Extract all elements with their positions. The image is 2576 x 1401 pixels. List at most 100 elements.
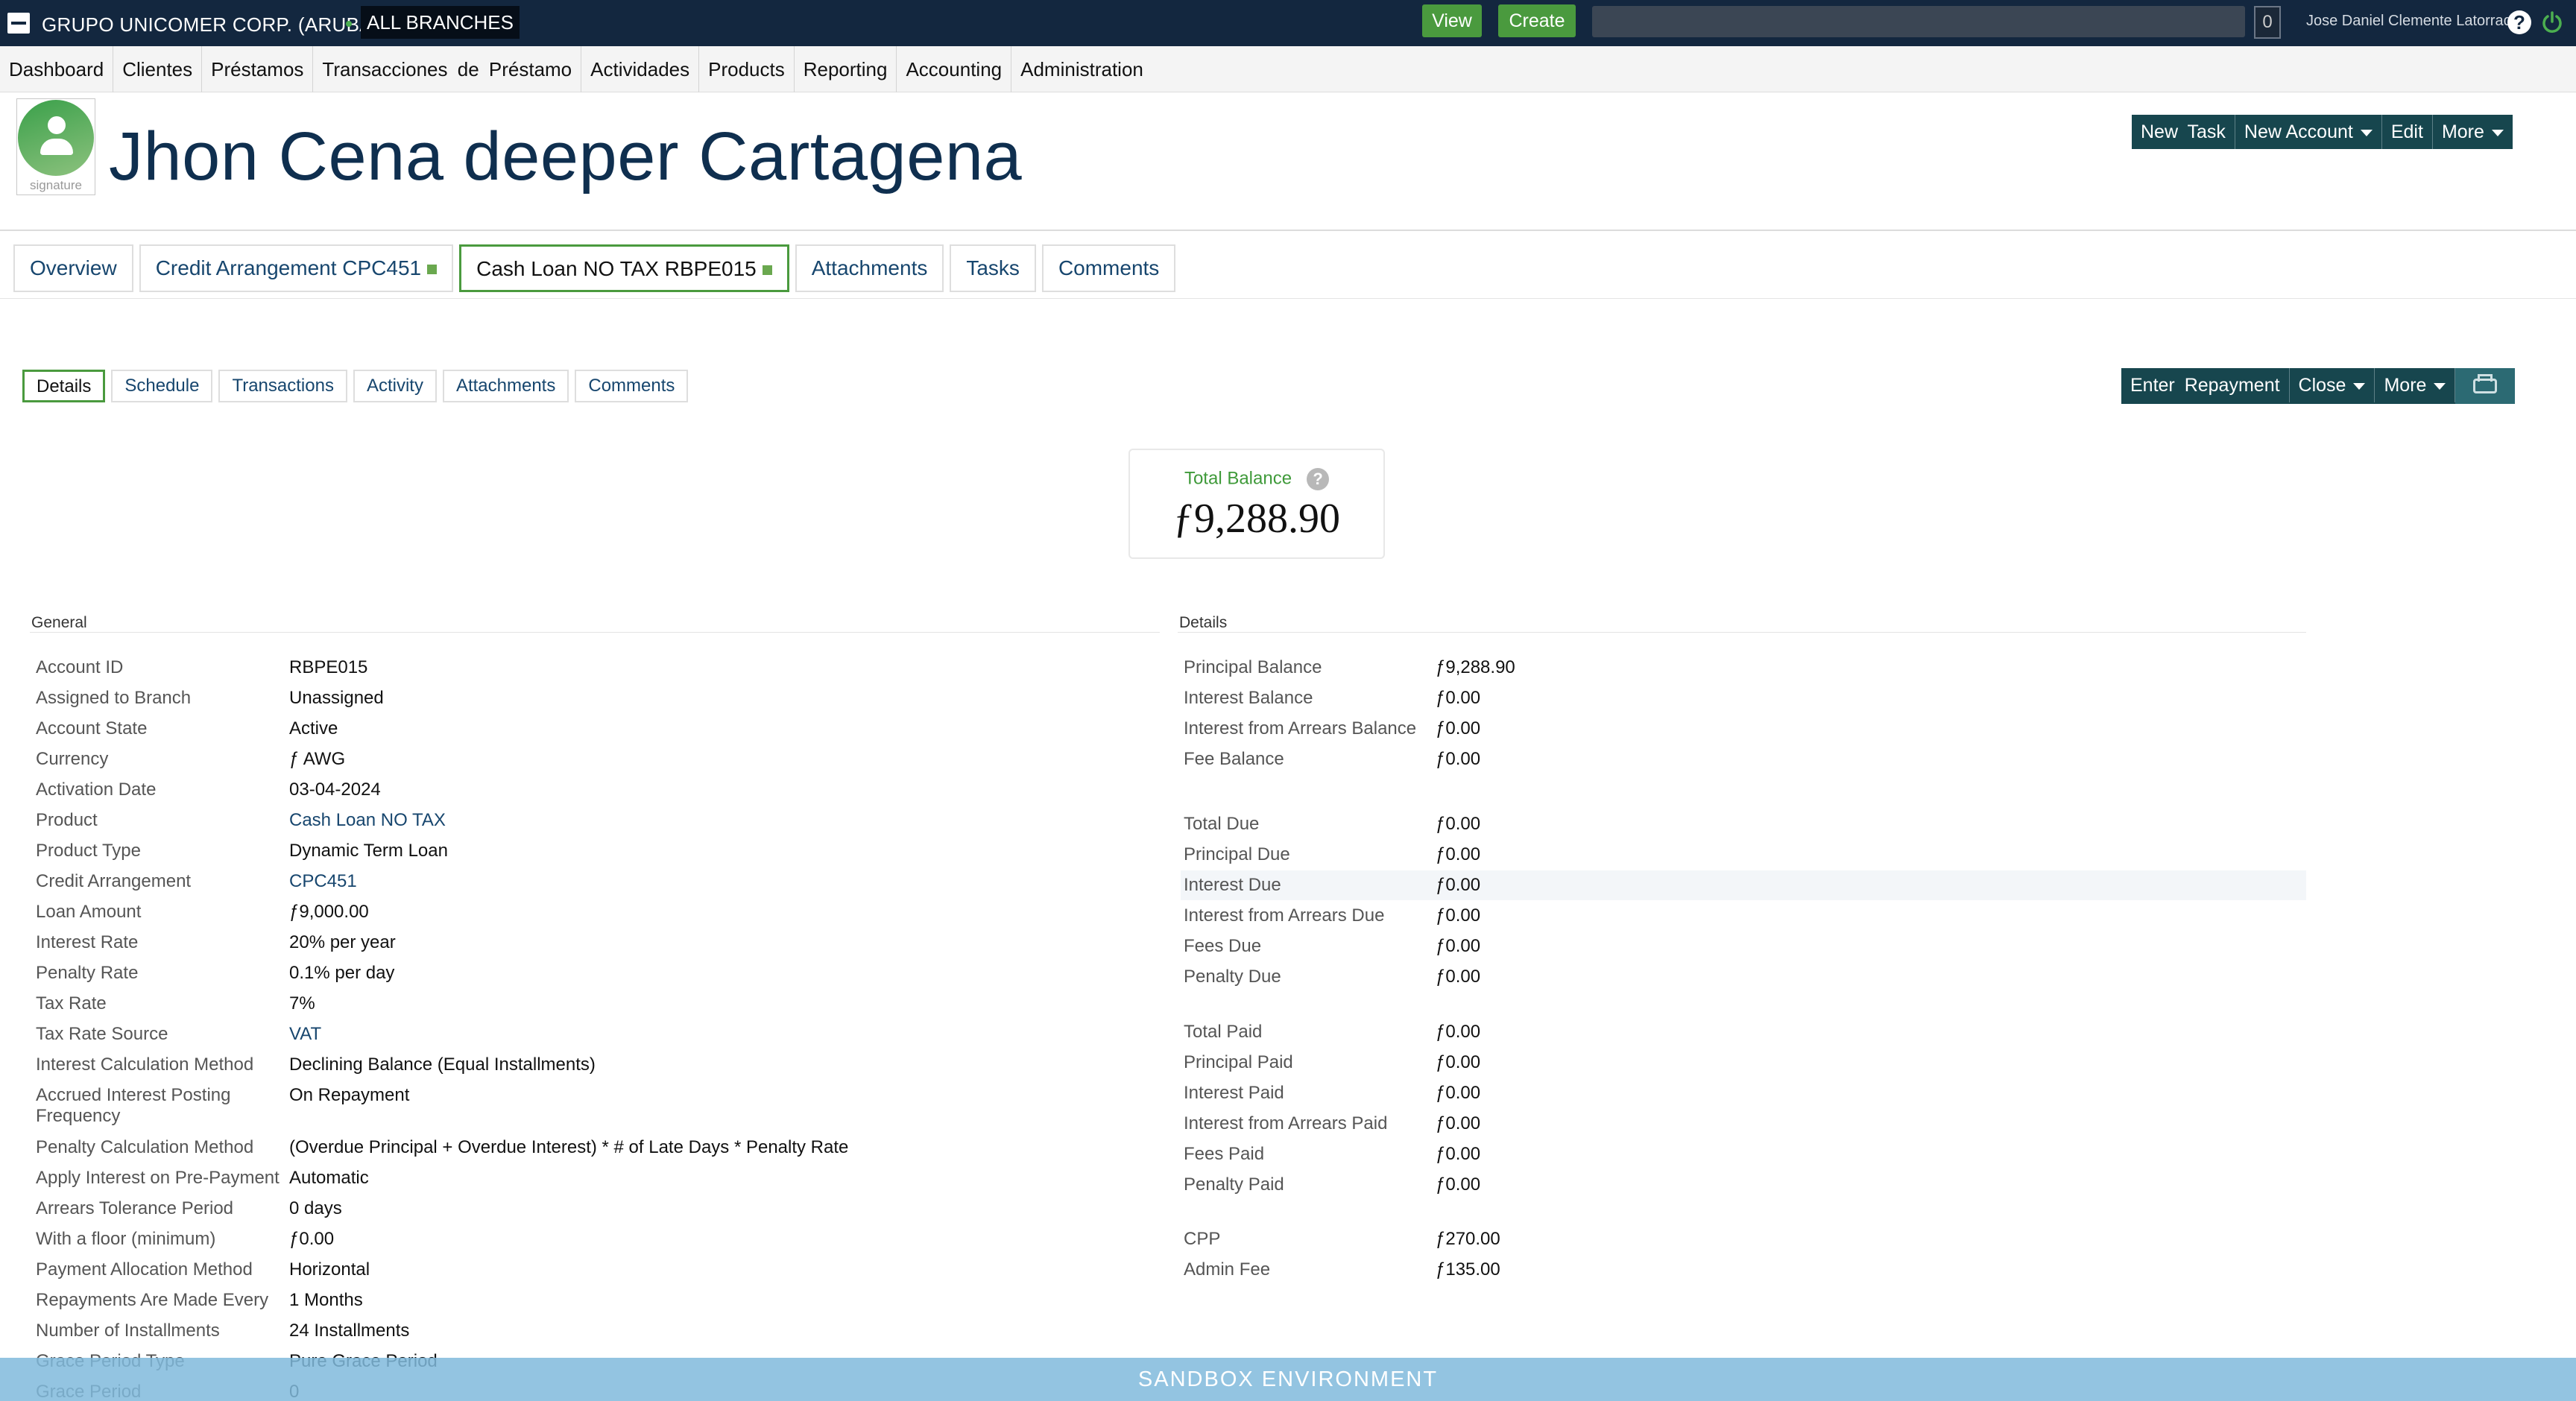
tab-comments[interactable]: Comments xyxy=(1041,244,1176,292)
tab-tasks[interactable]: Tasks xyxy=(950,244,1036,292)
general-row: Penalty Calculation Method (Overdue Princ… xyxy=(36,1137,1154,1160)
field-value: ƒ0.00 xyxy=(1436,814,1481,834)
field-label: Number of Installments xyxy=(36,1321,220,1341)
create-button[interactable]: Create xyxy=(1498,4,1576,37)
general-section-title: General xyxy=(31,614,87,631)
details-row: Principal Due ƒ0.00 xyxy=(1181,844,2306,867)
power-icon[interactable] xyxy=(2540,10,2564,34)
general-row: Credit Arrangement CPC451 xyxy=(36,871,1154,894)
loan-actions: Enter Repayment Close More xyxy=(2121,368,2516,404)
field-value: ƒ0.00 xyxy=(1436,967,1481,987)
field-value: ƒ9,288.90 xyxy=(1436,657,1515,677)
field-value: Horizontal xyxy=(289,1259,370,1280)
subtab-comments[interactable]: Comments xyxy=(575,370,689,402)
nav-item-clientes[interactable]: Clientes xyxy=(113,46,203,92)
field-value: Automatic xyxy=(289,1168,369,1188)
general-row: Apply Interest on Pre-Payment Automatic xyxy=(36,1168,1154,1190)
general-row: Arrears Tolerance Period 0 days xyxy=(36,1198,1154,1221)
field-value: (Overdue Principal + Overdue Interest) *… xyxy=(289,1137,849,1157)
subtab-details[interactable]: Details xyxy=(22,370,106,402)
field-value-link[interactable]: CPC451 xyxy=(289,871,357,892)
new-task-button[interactable]: New Task xyxy=(2132,115,2235,149)
details-row: Interest from Arrears Balance ƒ0.00 xyxy=(1181,718,2306,741)
general-row: Interest Rate 20% per year xyxy=(36,932,1154,955)
subtab-schedule[interactable]: Schedule xyxy=(111,370,213,402)
details-row: Fees Due ƒ0.00 xyxy=(1181,936,2306,958)
loan-more-button[interactable]: More xyxy=(2375,368,2456,402)
details-row: Principal Balance ƒ9,288.90 xyxy=(1181,657,2306,680)
field-value-link[interactable]: VAT xyxy=(289,1024,321,1045)
general-row: Product Cash Loan NO TAX xyxy=(36,810,1154,832)
caret-down-icon xyxy=(2491,129,2504,136)
person-icon xyxy=(18,100,94,176)
field-value: ƒ0.00 xyxy=(1436,1052,1481,1072)
question-icon[interactable]: ? xyxy=(1307,468,1330,490)
enter-repayment-button[interactable]: Enter Repayment xyxy=(2121,368,2290,402)
field-label: Total Paid xyxy=(1184,1022,1263,1042)
tab-attachments[interactable]: Attachments xyxy=(795,244,944,292)
branch-selector[interactable]: ALL BRANCHES xyxy=(361,6,520,39)
subtab-attachments[interactable]: Attachments xyxy=(442,370,569,402)
nav-item-dashboard[interactable]: Dashboard xyxy=(0,46,114,92)
general-row: Accrued Interest Posting Frequency On Repa… xyxy=(36,1085,1154,1127)
field-value: ƒ0.00 xyxy=(1436,1174,1481,1195)
view-button[interactable]: View xyxy=(1422,4,1482,37)
nav-item-prestamos[interactable]: Préstamos xyxy=(202,46,314,92)
total-balance-card: Total Balance? ƒ9,288.90 xyxy=(1128,449,1385,559)
loan-more-label: More xyxy=(2384,375,2427,396)
details-row: Interest Paid ƒ0.00 xyxy=(1181,1083,2306,1105)
field-label: Interest Rate xyxy=(36,932,139,952)
field-label: Product Type xyxy=(36,841,141,861)
organization-name[interactable]: GRUPO UNICOMER CORP. (ARUBA) xyxy=(42,13,379,37)
tab-label: Overview xyxy=(30,256,117,279)
more-button[interactable]: More xyxy=(2433,115,2513,149)
field-value: 03-04-2024 xyxy=(289,779,381,800)
field-label: Repayments Are Made Every xyxy=(36,1290,269,1310)
subtab-transactions[interactable]: Transactions xyxy=(218,370,347,402)
tab-credit-arrangement[interactable]: Credit Arrangement CPC451 xyxy=(139,244,454,292)
field-value: ƒ0.00 xyxy=(1436,905,1481,926)
avatar[interactable]: signature xyxy=(16,98,95,195)
printer-icon-body xyxy=(2473,379,2498,393)
nav-item-actividades[interactable]: Actividades xyxy=(581,46,700,92)
status-square-icon xyxy=(427,265,438,275)
nav-item-accounting[interactable]: Accounting xyxy=(897,46,1012,92)
nav-item-transacciones[interactable]: Transacciones de Préstamo xyxy=(313,46,582,92)
field-value: ƒ0.00 xyxy=(1436,1022,1481,1042)
field-value: 0.1% per day xyxy=(289,963,395,983)
field-value-link[interactable]: Cash Loan NO TAX xyxy=(289,810,446,831)
details-row: Penalty Due ƒ0.00 xyxy=(1181,967,2306,989)
field-label: Apply Interest on Pre-Payment xyxy=(36,1168,280,1188)
tab-label: Cash Loan NO TAX RBPE015 xyxy=(476,257,757,280)
field-label-line2: Frequency xyxy=(36,1106,121,1126)
search-input[interactable] xyxy=(1592,6,2245,37)
close-button[interactable]: Close xyxy=(2290,368,2375,402)
notification-count[interactable]: 0 xyxy=(2254,6,2281,39)
field-label: Interest Due xyxy=(1184,875,1281,895)
subtab-activity[interactable]: Activity xyxy=(353,370,437,402)
nav-item-reporting[interactable]: Reporting xyxy=(795,46,897,92)
field-value: ƒ0.00 xyxy=(1436,875,1481,895)
nav-item-administration[interactable]: Administration xyxy=(1011,46,1152,92)
user-name[interactable]: Jose Daniel Clemente Latorraca xyxy=(2306,13,2519,30)
general-row: Assigned to Branch Unassigned xyxy=(36,688,1154,710)
edit-button[interactable]: Edit xyxy=(2382,115,2433,149)
field-value: RBPE015 xyxy=(289,657,368,677)
new-account-label: New Account xyxy=(2244,121,2353,142)
help-icon[interactable]: ? xyxy=(2507,10,2531,34)
client-name: Jhon Cena deeper Cartagena xyxy=(109,118,1023,195)
field-label: With a floor (minimum) xyxy=(36,1229,216,1249)
field-label: Tax Rate Source xyxy=(36,1024,168,1044)
tab-overview[interactable]: Overview xyxy=(13,244,133,292)
field-label: Interest Balance xyxy=(1184,688,1313,708)
nav-item-products[interactable]: Products xyxy=(699,46,795,92)
tab-cash-loan[interactable]: Cash Loan NO TAX RBPE015 xyxy=(459,244,789,292)
new-account-button[interactable]: New Account xyxy=(2235,115,2382,149)
total-balance-amount: ƒ9,288.90 xyxy=(1173,496,1340,542)
general-row: Interest Calculation Method Declining Bal… xyxy=(36,1054,1154,1077)
person-head xyxy=(48,116,66,134)
print-button[interactable] xyxy=(2455,368,2516,404)
field-label: Admin Fee xyxy=(1184,1259,1271,1280)
field-label: Accrued Interest Posting xyxy=(36,1085,231,1105)
logo-icon[interactable] xyxy=(7,13,30,34)
